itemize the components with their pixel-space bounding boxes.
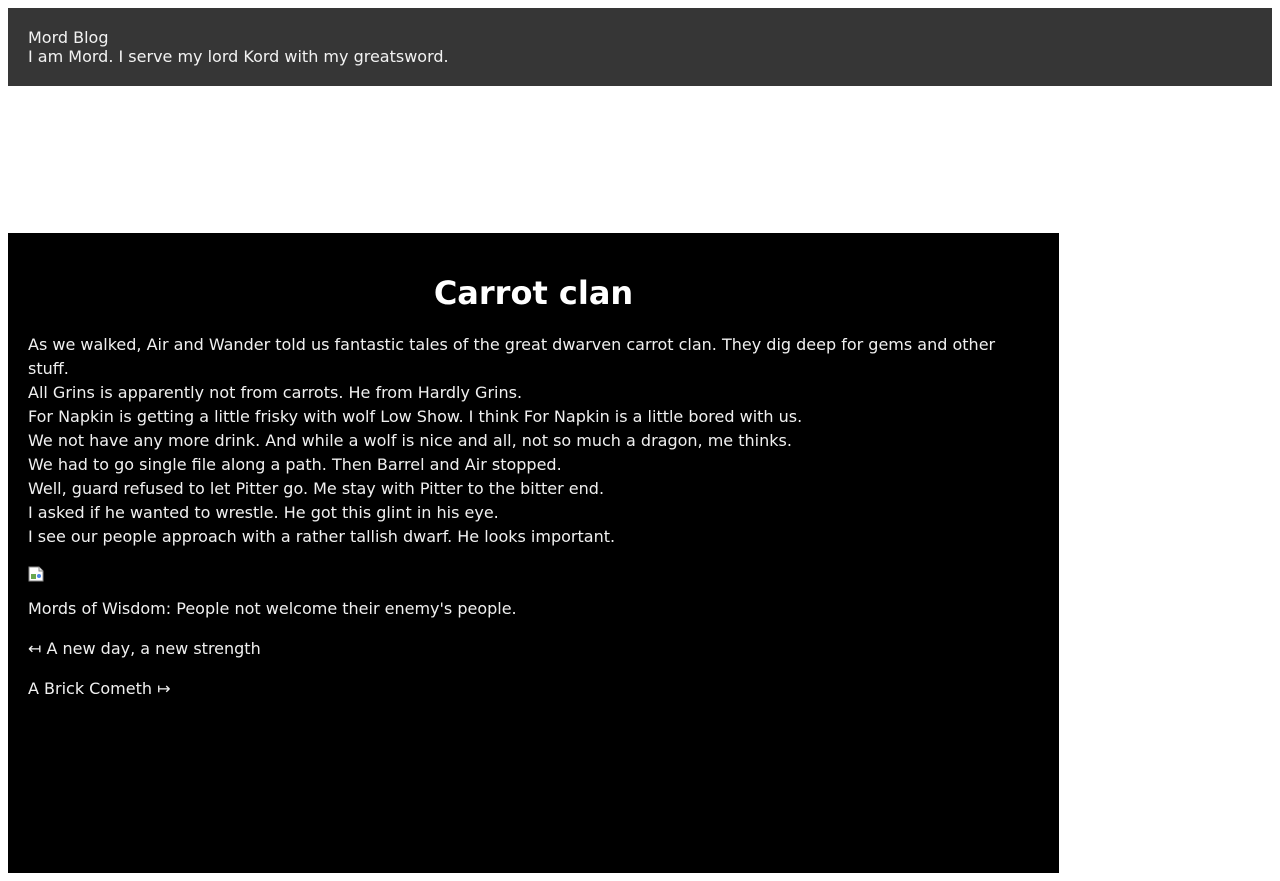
previous-post-link[interactable]: ↤ A new day, a new strength <box>28 637 261 661</box>
site-tagline: I am Mord. I serve my lord Kord with my … <box>28 47 449 66</box>
post-title: Carrot clan <box>433 274 634 312</box>
post-paragraph: We had to go single file along a path. T… <box>28 455 562 474</box>
post-paragraph: All Grins is apparently not from carrots… <box>28 383 523 402</box>
post-paragraph: For Napkin is getting a little frisky wi… <box>28 407 803 426</box>
site-title[interactable]: Mord Blog <box>28 28 1252 47</box>
post-paragraph: As we walked, Air and Wander told us fan… <box>28 335 996 378</box>
post-paragraph: I see our people approach with a rather … <box>28 527 616 546</box>
site-header: Mord Blog I am Mord. I serve my lord Kor… <box>8 8 1272 86</box>
broken-image-icon <box>28 566 44 582</box>
wisdom-quote: Mords of Wisdom: People not welcome thei… <box>28 599 517 618</box>
post-paragraph: I asked if he wanted to wrestle. He got … <box>28 503 499 522</box>
next-post-link[interactable]: A Brick Cometh ↦ <box>28 677 170 701</box>
blog-post: Carrot clan As we walked, Air and Wander… <box>8 233 1059 873</box>
post-paragraph: We not have any more drink. And while a … <box>28 431 792 450</box>
post-paragraph: Well, guard refused to let Pitter go. Me… <box>28 479 605 498</box>
post-body: As we walked, Air and Wander told us fan… <box>28 333 1008 549</box>
